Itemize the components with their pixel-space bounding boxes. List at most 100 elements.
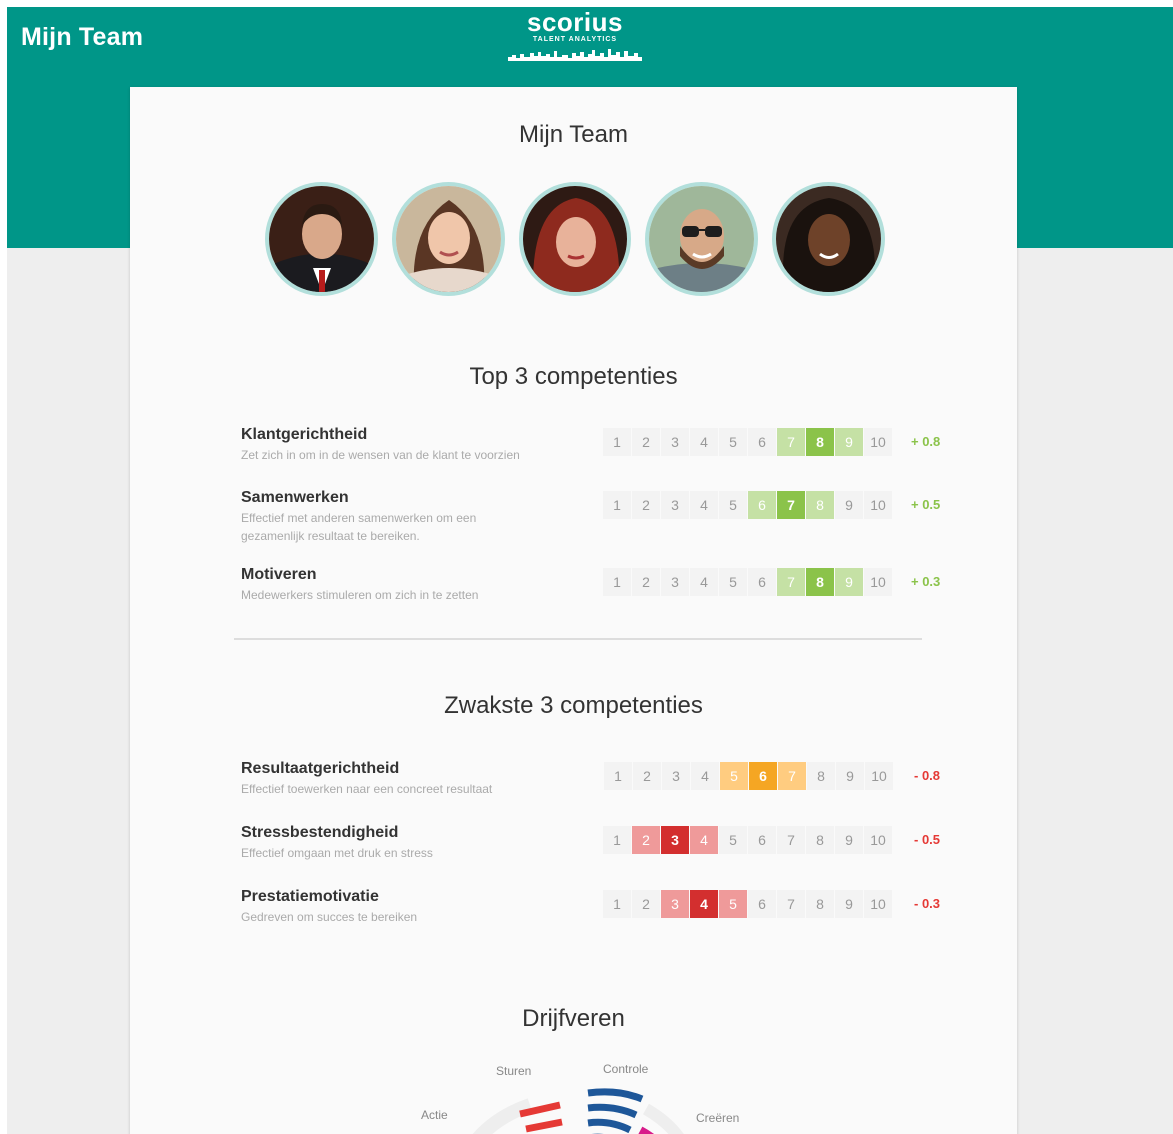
score-cell: 7 xyxy=(778,762,806,790)
person-avatar-icon xyxy=(269,186,374,292)
score-cell: 3 xyxy=(661,568,689,596)
team-member-avatar[interactable] xyxy=(265,182,378,296)
score-cell: 8 xyxy=(806,428,834,456)
driver-label-creeren: Creëren xyxy=(696,1111,740,1125)
score-delta: - 0.3 xyxy=(914,896,941,911)
score-cell: 10 xyxy=(864,428,892,456)
score-cell: 2 xyxy=(632,428,660,456)
score-cell: 5 xyxy=(719,568,747,596)
score-cell: 4 xyxy=(690,568,718,596)
competency-row: Prestatiemotivatie Gedreven om succes te … xyxy=(241,888,961,944)
team-member-avatar[interactable] xyxy=(518,182,632,296)
competency-description: Medewerkers stimuleren om zich in te zet… xyxy=(241,588,479,602)
scorius-logo[interactable]: scorius TALENT ANALYTICS xyxy=(507,7,643,69)
score-cell: 8 xyxy=(806,826,834,854)
score-cell: 2 xyxy=(632,568,660,596)
score-scale: 1 2 3 4 5 6 7 8 9 10 xyxy=(603,890,893,918)
team-member-avatar[interactable] xyxy=(391,182,505,296)
score-cell: 1 xyxy=(603,890,631,918)
competency-row: Klantgerichtheid Zet zich in om in de wen… xyxy=(241,426,961,482)
score-delta: - 0.5 xyxy=(914,832,941,847)
score-delta: - 0.8 xyxy=(914,768,941,783)
score-cell: 2 xyxy=(632,826,660,854)
competency-row: Samenwerken Effectief met anderen samenwe… xyxy=(241,489,961,545)
score-cell: 1 xyxy=(603,826,631,854)
score-cell: 6 xyxy=(748,890,776,918)
score-cell: 10 xyxy=(865,762,893,790)
competency-description: Gedreven om succes te bereiken xyxy=(241,910,418,924)
score-cell: 1 xyxy=(604,762,632,790)
person-avatar-icon xyxy=(395,186,501,292)
score-delta: + 0.3 xyxy=(911,574,941,589)
score-cell: 4 xyxy=(690,491,718,519)
person-avatar-icon xyxy=(522,186,628,292)
app-title: Mijn Team xyxy=(21,23,144,51)
score-scale: 1 2 3 4 5 6 7 8 9 10 xyxy=(603,491,893,519)
team-card: Mijn Team Top 3 competenties Klantgerich… xyxy=(130,87,1017,1134)
competency-name: Samenwerken xyxy=(241,489,349,506)
skyline-icon xyxy=(508,49,642,61)
score-cell: 7 xyxy=(777,826,805,854)
competency-name: Klantgerichtheid xyxy=(241,426,368,443)
score-cell: 7 xyxy=(777,568,805,596)
driver-label-actie: Actie xyxy=(421,1108,448,1122)
competency-name: Prestatiemotivatie xyxy=(241,888,379,905)
score-cell: 7 xyxy=(777,428,805,456)
person-avatar-icon xyxy=(776,186,881,292)
score-cell: 9 xyxy=(835,890,863,918)
score-cell: 9 xyxy=(835,826,863,854)
competency-description: Zet zich in om in de wensen van de klant… xyxy=(241,448,520,462)
competency-name: Stressbestendigheid xyxy=(241,824,399,841)
score-cell: 5 xyxy=(719,826,747,854)
score-scale: 1 2 3 4 5 6 7 8 9 10 xyxy=(603,568,893,596)
drivers-wheel-graphic xyxy=(472,1088,684,1134)
competency-description: Effectief toewerken naar een concreet re… xyxy=(241,782,493,796)
score-cell: 8 xyxy=(806,890,834,918)
score-cell: 9 xyxy=(835,491,863,519)
score-cell: 5 xyxy=(719,428,747,456)
score-cell: 5 xyxy=(719,890,747,918)
score-cell: 10 xyxy=(864,568,892,596)
logo-word: scorius xyxy=(527,7,623,37)
score-scale: 1 2 3 4 5 6 7 8 9 10 xyxy=(603,428,893,456)
score-cell: 8 xyxy=(806,491,834,519)
competency-row: Motiveren Medewerkers stimuleren om zich … xyxy=(241,566,961,622)
score-cell: 7 xyxy=(777,491,805,519)
person-avatar-icon xyxy=(649,186,755,292)
driver-label-controle: Controle xyxy=(603,1062,649,1076)
score-cell: 8 xyxy=(807,762,835,790)
competency-name: Resultaatgerichtheid xyxy=(241,760,400,777)
score-cell: 6 xyxy=(748,428,776,456)
competency-description: Effectief omgaan met druk en stress xyxy=(241,846,433,860)
score-cell: 10 xyxy=(864,890,892,918)
score-cell: 5 xyxy=(720,762,748,790)
team-member-avatar[interactable] xyxy=(772,182,885,296)
team-member-avatar[interactable] xyxy=(645,182,759,296)
score-cell: 3 xyxy=(661,428,689,456)
score-cell: 1 xyxy=(603,568,631,596)
score-cell: 4 xyxy=(690,826,718,854)
score-cell: 2 xyxy=(632,491,660,519)
top-competencies-title: Top 3 competenties xyxy=(469,363,678,390)
score-scale: 1 2 3 4 5 6 7 8 9 10 xyxy=(603,826,893,854)
score-cell: 9 xyxy=(835,428,863,456)
score-cell: 6 xyxy=(748,568,776,596)
page-title: Mijn Team xyxy=(519,121,628,148)
section-divider xyxy=(234,638,922,640)
score-cell: 2 xyxy=(633,762,661,790)
score-cell: 4 xyxy=(690,428,718,456)
score-cell: 7 xyxy=(777,890,805,918)
score-cell: 4 xyxy=(691,762,719,790)
score-cell: 10 xyxy=(864,491,892,519)
score-scale: 1 2 3 4 5 6 7 8 9 10 xyxy=(604,762,894,790)
score-cell: 6 xyxy=(748,491,776,519)
score-cell: 8 xyxy=(806,568,834,596)
score-cell: 5 xyxy=(719,491,747,519)
score-cell: 3 xyxy=(661,491,689,519)
competency-row: Resultaatgerichtheid Effectief toewerken … xyxy=(241,760,961,816)
score-cell: 9 xyxy=(836,762,864,790)
driver-label-sturen: Sturen xyxy=(496,1064,532,1078)
score-cell: 10 xyxy=(864,826,892,854)
score-cell: 4 xyxy=(690,890,718,918)
drivers-title: Drijfveren xyxy=(522,1005,625,1032)
